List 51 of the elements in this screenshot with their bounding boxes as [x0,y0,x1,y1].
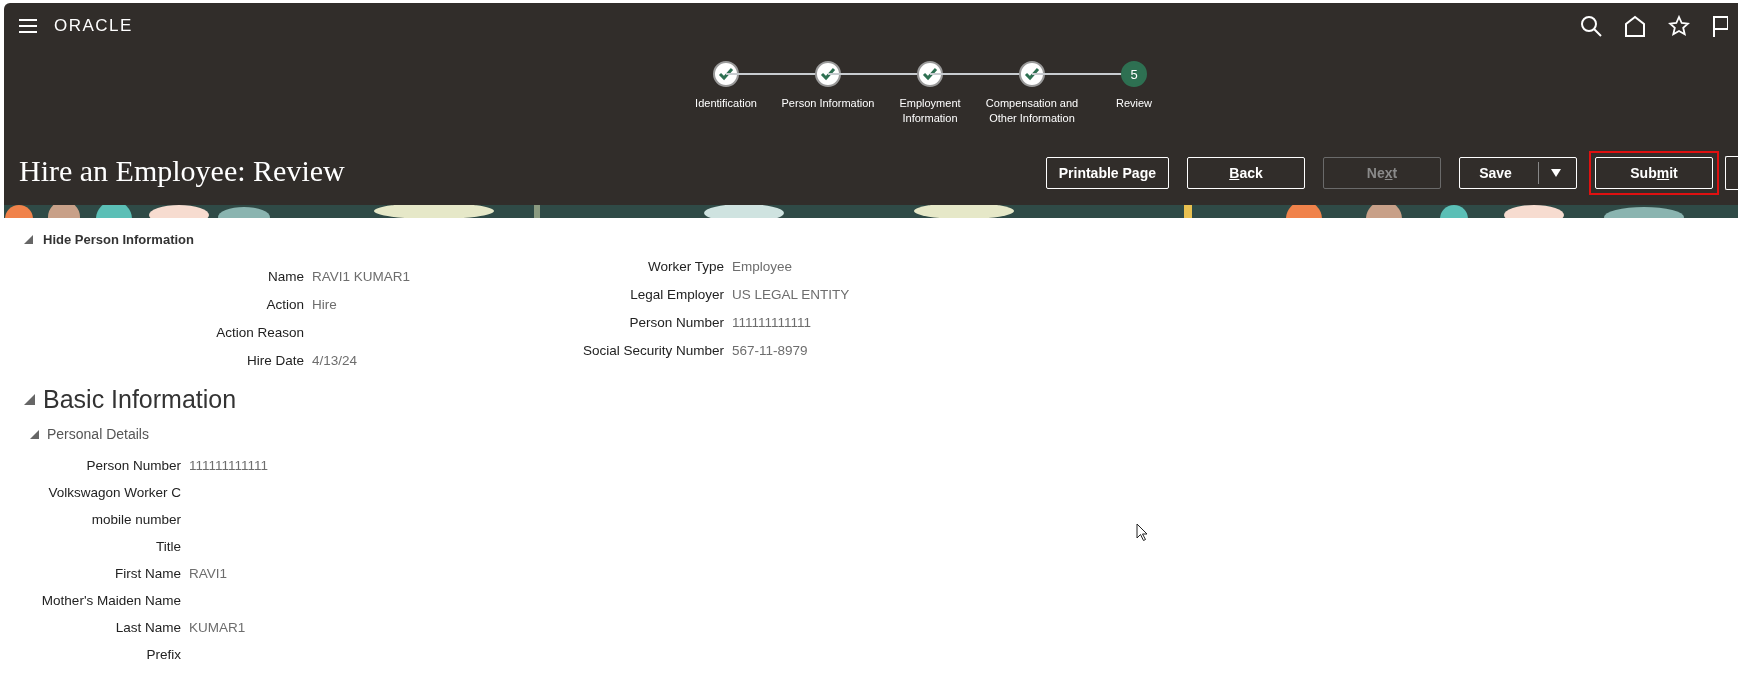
field-label: mobile number [90,512,181,528]
field-value: US LEGAL ENTITY [732,287,850,303]
field-label: Mother's Maiden Name [40,593,181,609]
section-toggle-link[interactable]: Hide Person Information [43,232,194,247]
field-label: Prefix [145,647,181,663]
collapse-icon[interactable] [30,429,39,439]
field-value: RAVI1 [189,566,228,582]
field-label: Volkswagon Worker C [47,485,181,501]
field-value: Hire [312,297,338,313]
field-value: Employee [732,259,794,275]
field-value: KUMAR1 [189,620,247,636]
field-value: RAVI1 KUMAR1 [312,269,412,285]
logo[interactable]: ORACLE [54,16,133,36]
field-value: 567-11-8979 [732,343,809,359]
field-label: First Name [114,566,181,582]
page-title: Hire an Employee: Review [19,154,345,188]
field-label: Name [267,269,304,285]
more-button[interactable] [1725,156,1738,190]
field-label: Title [155,539,181,555]
field-value: 111111111111 [732,315,813,331]
action-button[interactable]: Back [1187,157,1305,189]
action-button[interactable]: Printable Page [1045,157,1169,189]
field-label: Hire Date [245,353,304,369]
step-done-icon[interactable] [815,61,841,87]
step-number[interactable]: 5 [1121,61,1147,87]
subsection-heading: Personal Details [47,426,149,442]
split-button[interactable]: Save [1459,157,1577,189]
search-icon[interactable] [1580,15,1602,37]
cursor-icon [1136,523,1148,541]
field-label: Social Security Number [581,343,724,359]
field-label: Worker Type [646,259,724,275]
collapse-icon[interactable] [24,394,35,405]
field-label: Action [265,297,304,313]
field-value: 4/13/24 [312,353,359,369]
collapse-icon[interactable] [24,235,33,244]
field-label: Action Reason [215,325,304,341]
section-heading: Basic Information [43,385,237,414]
field-label: Legal Employer [629,287,724,303]
menu-icon[interactable] [18,18,38,34]
field-label: Person Number [85,458,181,474]
dropdown-icon[interactable] [1550,169,1561,177]
star-icon[interactable] [1668,15,1690,37]
flag-icon[interactable] [1712,15,1728,37]
step-done-icon[interactable] [1019,61,1045,87]
field-label: Last Name [114,620,181,636]
field-value: 111111111111 [189,458,270,474]
step-done-icon[interactable] [713,61,739,87]
field-label: Person Number [628,315,724,331]
home-icon[interactable] [1624,15,1646,37]
action-button[interactable]: Submit [1595,157,1713,189]
step-done-icon[interactable] [917,61,943,87]
